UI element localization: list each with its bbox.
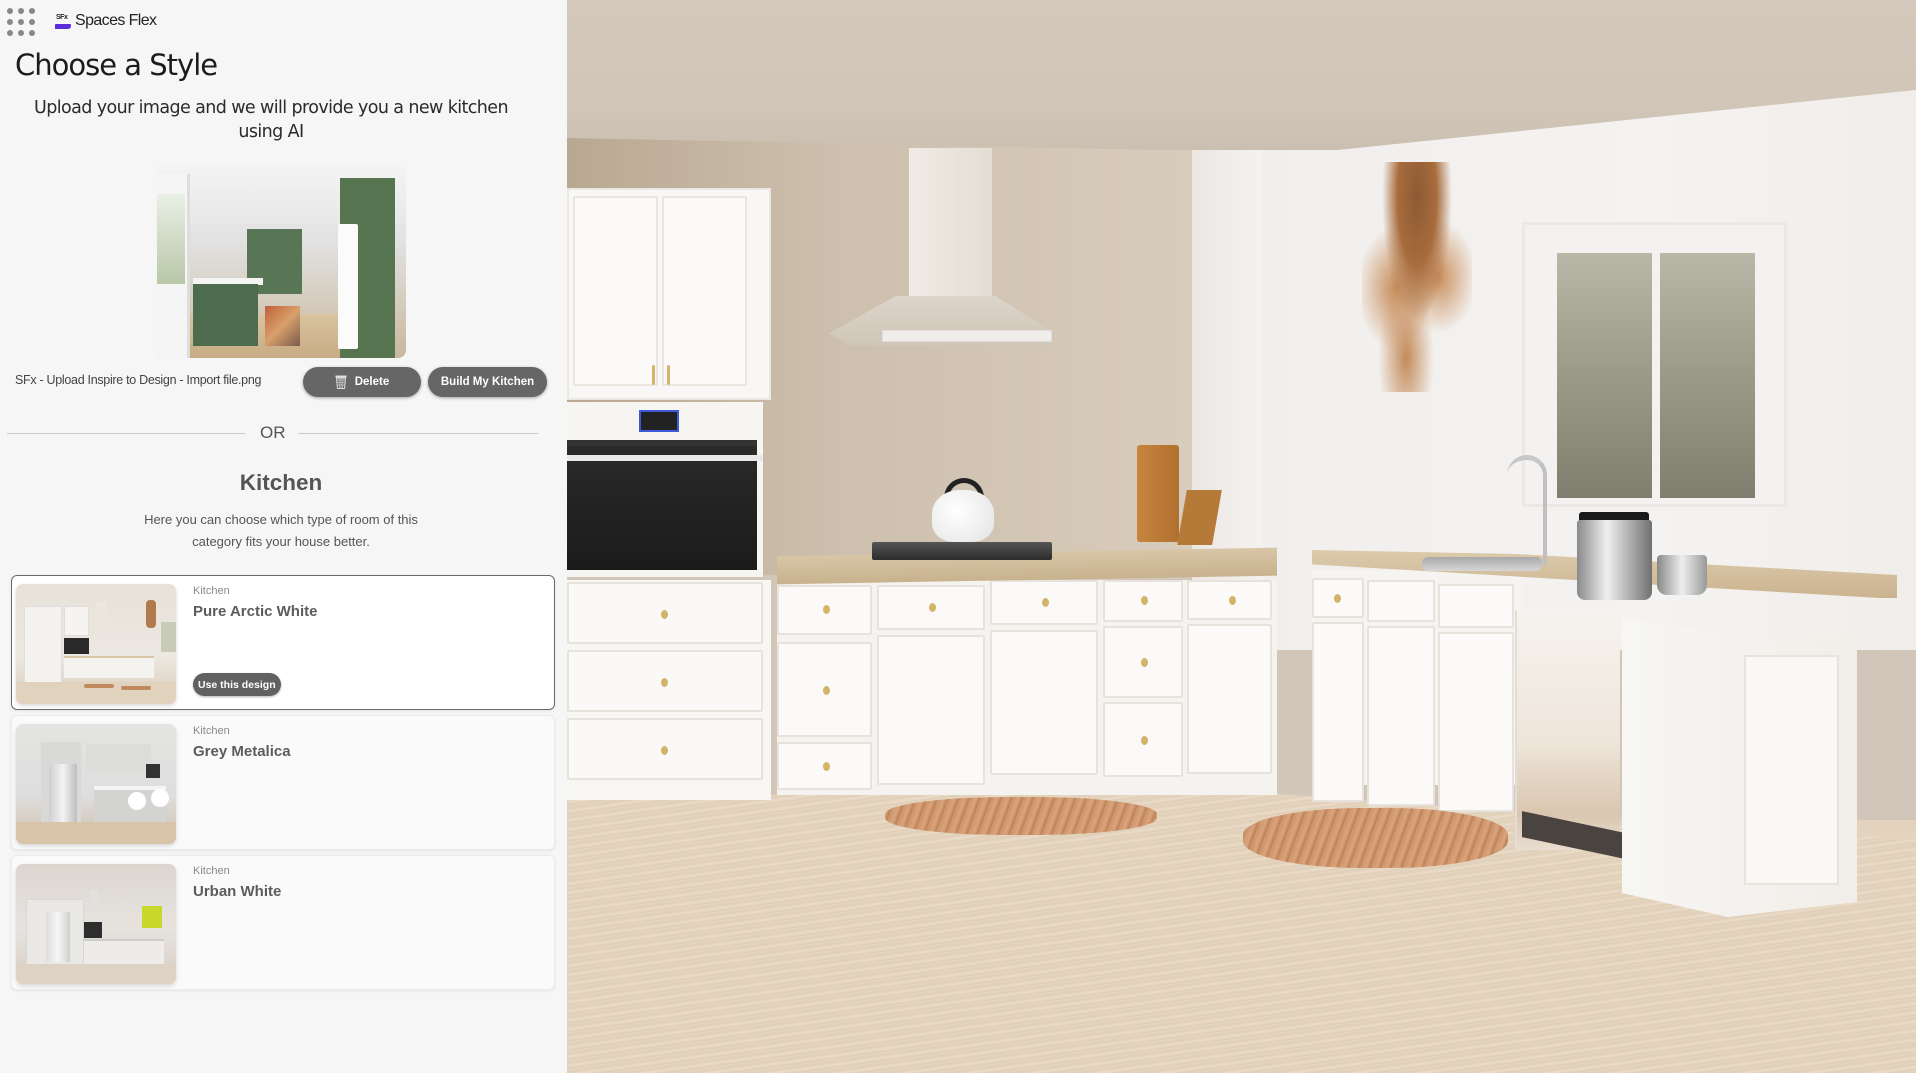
stock-pot — [1577, 520, 1652, 600]
top-bar: SFx Spaces Flex — [0, 0, 567, 44]
kettle — [932, 490, 994, 542]
or-label: OR — [260, 423, 286, 442]
trash-icon — [335, 375, 347, 389]
faucet — [1507, 455, 1547, 565]
design-category: Kitchen — [193, 725, 230, 737]
uploaded-image-preview — [155, 164, 406, 358]
range-hood — [909, 148, 992, 298]
style-sidebar: SFx Spaces Flex Choose a Style Upload yo… — [0, 0, 567, 1073]
base-cabinets-right — [1312, 570, 1522, 812]
use-this-design-button[interactable]: Use this design — [193, 673, 281, 696]
design-category: Kitchen — [193, 865, 230, 877]
build-my-kitchen-button[interactable]: Build My Kitchen — [428, 367, 547, 397]
oven-display — [639, 410, 679, 432]
brand-name: Spaces Flex — [75, 12, 157, 29]
woven-rug — [885, 797, 1157, 835]
kitchen-render-view — [567, 0, 1916, 1073]
gas-cooktop — [872, 542, 1052, 560]
grid-dots-icon[interactable] — [7, 8, 39, 38]
cutting-board — [1137, 445, 1179, 542]
window — [1522, 222, 1787, 507]
design-list: Kitchen Pure Arctic White Use this desig… — [11, 575, 555, 995]
design-thumbnail — [16, 584, 176, 704]
logo-mark-text: SFx — [56, 13, 68, 21]
divider-line-left — [7, 433, 245, 434]
category-description: Here you can choose which type of room o… — [144, 512, 418, 549]
design-thumbnail — [16, 864, 176, 984]
page-title: Choose a Style — [15, 48, 218, 82]
divider-line-right — [298, 433, 538, 434]
logo-mark-icon: SFx — [55, 14, 71, 29]
woven-rug — [1243, 808, 1508, 868]
category-title: Kitchen — [239, 470, 323, 495]
or-divider: OR — [7, 423, 538, 445]
brand-logo[interactable]: SFx Spaces Flex — [55, 12, 157, 30]
design-name: Pure Arctic White — [193, 603, 318, 620]
design-name: Grey Metalica — [193, 743, 291, 760]
uploaded-file-name: SFx - Upload Inspire to Design - Import … — [15, 373, 262, 387]
sauce-pan — [1657, 555, 1707, 595]
design-card-grey-metalica[interactable]: Kitchen Grey Metalica — [11, 715, 555, 850]
delete-button[interactable]: Delete — [303, 367, 421, 397]
design-card-pure-arctic-white[interactable]: Kitchen Pure Arctic White Use this desig… — [11, 575, 555, 710]
upper-cabinet — [567, 188, 771, 400]
delete-button-label: Delete — [354, 376, 390, 388]
design-thumbnail — [16, 724, 176, 844]
design-category: Kitchen — [193, 585, 230, 597]
design-card-urban-white[interactable]: Kitchen Urban White — [11, 855, 555, 990]
hanging-plant — [1362, 162, 1472, 392]
lower-drawers — [567, 580, 771, 800]
design-name: Urban White — [193, 883, 282, 900]
base-cabinets-left — [777, 580, 1277, 795]
page-subtitle: Upload your image and we will provide yo… — [34, 98, 509, 142]
